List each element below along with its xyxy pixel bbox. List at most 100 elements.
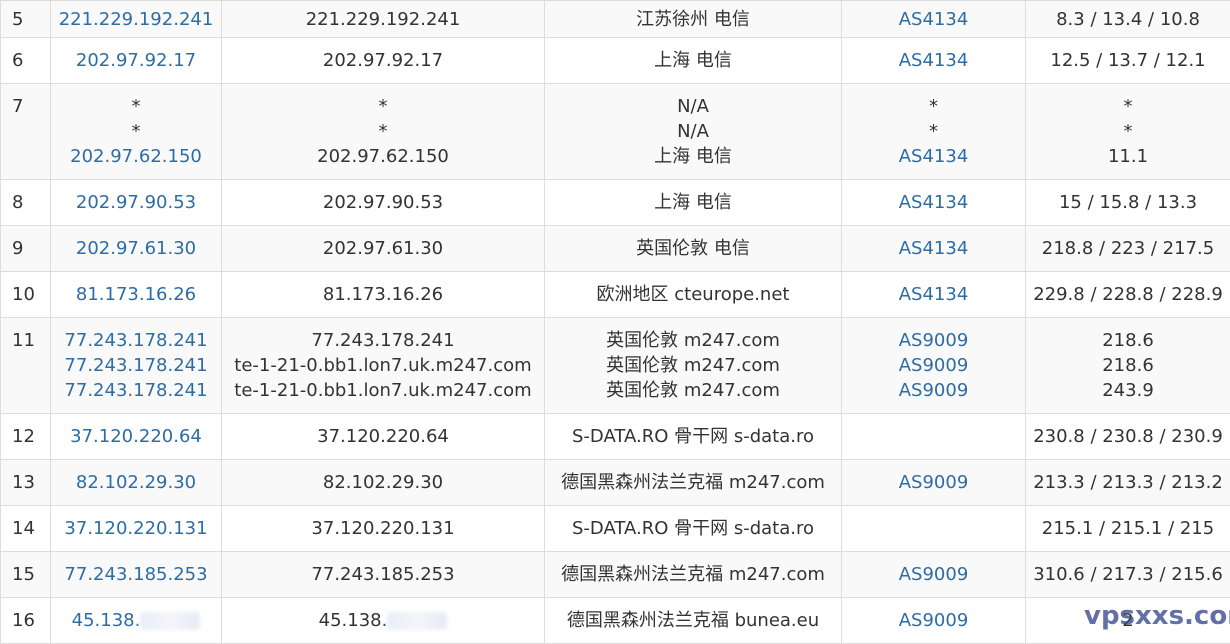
ip-link[interactable]: 221.229.192.241 bbox=[51, 7, 221, 32]
location-cell: 欧洲地区 cteurope.net bbox=[545, 272, 842, 318]
ip-link[interactable]: 37.120.220.64 bbox=[51, 424, 221, 449]
asn-link-text: AS9009 bbox=[899, 380, 969, 401]
location-text: S-DATA.RO 骨干网 s-data.ro bbox=[572, 426, 814, 447]
location-text: N/A bbox=[677, 121, 709, 142]
ip-link-cell: 81.173.16.26 bbox=[51, 272, 222, 318]
asn-link-cell: AS9009 bbox=[842, 460, 1026, 506]
asn-link[interactable]: AS9009 bbox=[842, 353, 1025, 378]
rtt-values-text: * bbox=[1124, 96, 1133, 117]
rtt-values-text: 310.6 / 217.3 / 215.6 bbox=[1033, 564, 1223, 585]
location-cell: 德国黑森州法兰克福 bunea.eu bbox=[545, 598, 842, 644]
location: N/A bbox=[545, 94, 841, 119]
ip-link[interactable]: 202.97.61.30 bbox=[51, 236, 221, 261]
asn-link[interactable]: AS4134 bbox=[842, 7, 1025, 32]
location-text: 上海 电信 bbox=[654, 192, 732, 213]
location-text: 英国伦敦 m247.com bbox=[606, 330, 780, 351]
hostname-cell: 37.120.220.131 bbox=[222, 506, 545, 552]
hop-number: 6 bbox=[1, 38, 51, 84]
hostname-text: 77.243.178.241 bbox=[311, 330, 454, 351]
asn-link[interactable]: AS9009 bbox=[842, 608, 1025, 633]
location-cell: 江苏徐州 电信 bbox=[545, 1, 842, 38]
ip-link-text: 81.173.16.26 bbox=[76, 284, 196, 305]
asn-link[interactable]: AS9009 bbox=[842, 562, 1025, 587]
location: 德国黑森州法兰克福 m247.com bbox=[545, 562, 841, 587]
asn-link-text: * bbox=[929, 121, 938, 142]
asn-link-text: AS9009 bbox=[899, 355, 969, 376]
location: 英国伦敦 m247.com bbox=[545, 353, 841, 378]
asn-link-cell: AS9009 bbox=[842, 552, 1026, 598]
location-text: 德国黑森州法兰克福 m247.com bbox=[561, 472, 825, 493]
ip-link[interactable]: 202.97.92.17 bbox=[51, 48, 221, 73]
asn-link-text: * bbox=[929, 96, 938, 117]
asn-link[interactable]: * bbox=[842, 94, 1025, 119]
hostname-cell: 37.120.220.64 bbox=[222, 414, 545, 460]
location: 英国伦敦 m247.com bbox=[545, 328, 841, 353]
asn-link-text: AS4134 bbox=[899, 192, 969, 213]
rtt-values: 218.6 bbox=[1026, 353, 1230, 378]
asn-link[interactable]: AS9009 bbox=[842, 470, 1025, 495]
ip-link[interactable]: 81.173.16.26 bbox=[51, 282, 221, 307]
rtt-values: 12.5 / 13.7 / 12.1 bbox=[1026, 48, 1230, 73]
ip-link[interactable]: 77.243.178.241 bbox=[51, 378, 221, 403]
asn-link[interactable]: AS4134 bbox=[842, 236, 1025, 261]
asn-link[interactable]: AS9009 bbox=[842, 328, 1025, 353]
ip-link-text: 202.97.61.30 bbox=[76, 238, 196, 259]
hostname: 202.97.92.17 bbox=[222, 48, 544, 73]
table-row: 8202.97.90.53202.97.90.53上海 电信AS413415 /… bbox=[1, 180, 1230, 226]
hop-number: 10 bbox=[1, 272, 51, 318]
location: S-DATA.RO 骨干网 s-data.ro bbox=[545, 516, 841, 541]
ip-link[interactable]: 77.243.178.241 bbox=[51, 353, 221, 378]
rtt-values: 230.8 / 230.8 / 230.9 bbox=[1026, 424, 1230, 449]
hostname-text: 81.173.16.26 bbox=[323, 284, 443, 305]
location-text: 英国伦敦 m247.com bbox=[606, 355, 780, 376]
ip-link[interactable]: * bbox=[51, 94, 221, 119]
hostname: 45.138. bbox=[222, 608, 544, 633]
rtt-values: 218.8 / 223 / 217.5 bbox=[1026, 236, 1230, 261]
ip-link[interactable]: 37.120.220.131 bbox=[51, 516, 221, 541]
ip-link-text: 202.97.62.150 bbox=[70, 146, 202, 167]
hostname: 221.229.192.241 bbox=[222, 7, 544, 32]
table-row: 6202.97.92.17202.97.92.17上海 电信AS413412.5… bbox=[1, 38, 1230, 84]
ip-link-cell: 82.102.29.30 bbox=[51, 460, 222, 506]
rtt-values-text: 15 / 15.8 / 13.3 bbox=[1059, 192, 1197, 213]
rtt-values-cell: 218.6218.6243.9 bbox=[1026, 318, 1230, 414]
ip-link[interactable]: 202.97.90.53 bbox=[51, 190, 221, 215]
asn-link[interactable]: AS4134 bbox=[842, 190, 1025, 215]
ip-link-cell: 37.120.220.131 bbox=[51, 506, 222, 552]
ip-link[interactable]: 45.138. bbox=[51, 608, 221, 633]
location: 英国伦敦 电信 bbox=[545, 236, 841, 261]
hop-number: 15 bbox=[1, 552, 51, 598]
hop-number: 5 bbox=[1, 1, 51, 38]
hostname-text: 45.138. bbox=[319, 610, 388, 631]
hostname: * bbox=[222, 119, 544, 144]
asn-link[interactable]: * bbox=[842, 119, 1025, 144]
location-cell: 英国伦敦 电信 bbox=[545, 226, 842, 272]
location-text: 英国伦敦 电信 bbox=[636, 238, 750, 259]
hop-number: 11 bbox=[1, 318, 51, 414]
ip-link[interactable]: 82.102.29.30 bbox=[51, 470, 221, 495]
table-row: 1382.102.29.3082.102.29.30德国黑森州法兰克福 m247… bbox=[1, 460, 1230, 506]
asn-link[interactable]: AS4134 bbox=[842, 282, 1025, 307]
location-text: 德国黑森州法兰克福 bunea.eu bbox=[567, 610, 819, 631]
location-text: 上海 电信 bbox=[654, 50, 732, 71]
location-cell: 上海 电信 bbox=[545, 180, 842, 226]
asn-link[interactable]: AS4134 bbox=[842, 144, 1025, 169]
ip-link[interactable]: * bbox=[51, 119, 221, 144]
location: 江苏徐州 电信 bbox=[545, 7, 841, 32]
ip-link[interactable]: 77.243.178.241 bbox=[51, 328, 221, 353]
asn-link[interactable]: AS9009 bbox=[842, 378, 1025, 403]
asn-link-cell bbox=[842, 506, 1026, 552]
hostname-cell: 77.243.178.241te-1-21-0.bb1.lon7.uk.m247… bbox=[222, 318, 545, 414]
asn-link[interactable]: AS4134 bbox=[842, 48, 1025, 73]
rtt-values-cell: 213.3 / 213.3 / 213.2 bbox=[1026, 460, 1230, 506]
ip-link[interactable]: 202.97.62.150 bbox=[51, 144, 221, 169]
rtt-values-cell: 8.3 / 13.4 / 10.8 bbox=[1026, 1, 1230, 38]
rtt-values: 243.9 bbox=[1026, 378, 1230, 403]
ip-link-text: 82.102.29.30 bbox=[76, 472, 196, 493]
rtt-values: 15 / 15.8 / 13.3 bbox=[1026, 190, 1230, 215]
hostname-cell: **202.97.62.150 bbox=[222, 84, 545, 180]
ip-link-cell: 77.243.185.253 bbox=[51, 552, 222, 598]
ip-link[interactable]: 77.243.185.253 bbox=[51, 562, 221, 587]
location-text: 英国伦敦 m247.com bbox=[606, 380, 780, 401]
hostname-text: 202.97.92.17 bbox=[323, 50, 443, 71]
